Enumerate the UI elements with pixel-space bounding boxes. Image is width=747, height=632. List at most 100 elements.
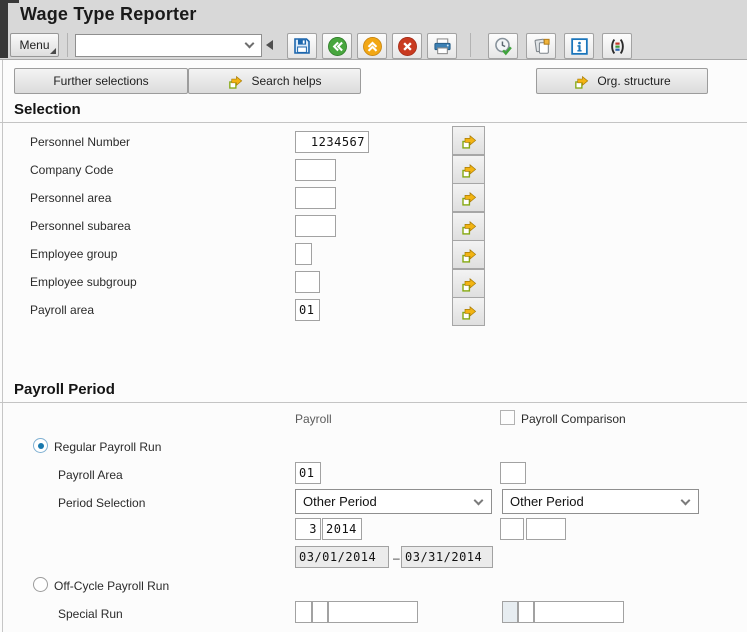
period-selection-comparison-dropdown[interactable]: Other Period — [502, 489, 699, 514]
org-structure-label: Org. structure — [597, 74, 670, 88]
selection-heading: Selection — [14, 101, 81, 118]
multiple-selection-button[interactable] — [452, 240, 485, 269]
info-button[interactable] — [564, 33, 594, 59]
cancel-button[interactable] — [392, 33, 422, 59]
selection-arrow-icon — [573, 73, 590, 90]
toolbar-separator — [67, 33, 68, 57]
payroll-comparison-label: Payroll Comparison — [521, 412, 626, 426]
multiple-selection-arrow-icon — [460, 218, 478, 236]
date-range-separator: – — [393, 551, 400, 565]
employee-group-label: Employee group — [30, 247, 117, 261]
employee-subgroup-input[interactable] — [295, 271, 320, 293]
payroll-comparison-checkbox[interactable] — [500, 410, 515, 425]
execute-button[interactable] — [488, 33, 518, 59]
off-cycle-payroll-run-radio[interactable] — [33, 577, 48, 592]
back-button[interactable] — [322, 33, 352, 59]
period-selection-value: Other Period — [303, 494, 377, 509]
command-field-input[interactable] — [78, 36, 238, 55]
wage-type-reporter-window: Wage Type Reporter Menu — [0, 0, 747, 632]
personnel-number-input[interactable] — [295, 131, 369, 153]
pages-icon — [531, 36, 552, 57]
save-button[interactable] — [287, 33, 317, 59]
company-code-label: Company Code — [30, 163, 113, 177]
multiple-selection-button[interactable] — [452, 212, 485, 241]
multiple-selection-arrow-icon — [460, 303, 478, 321]
exit-button[interactable] — [357, 33, 387, 59]
chevron-down-icon — [474, 496, 484, 506]
further-selections-label: Further selections — [53, 74, 148, 88]
period-number-comparison-input[interactable] — [500, 518, 524, 540]
back-icon — [327, 36, 348, 57]
window-left-border — [2, 60, 3, 632]
special-run-input-2[interactable] — [312, 601, 328, 623]
personnel-subarea-input[interactable] — [295, 215, 336, 237]
menu-button[interactable]: Menu — [10, 33, 59, 57]
page-title: Wage Type Reporter — [20, 4, 197, 25]
special-run-comparison-input-1[interactable] — [502, 601, 518, 623]
personnel-area-label: Personnel area — [30, 191, 111, 205]
copy-button[interactable] — [526, 33, 556, 59]
collapse-left-icon[interactable] — [266, 40, 273, 50]
multiple-selection-button[interactable] — [452, 126, 485, 155]
date-to-input[interactable] — [401, 546, 493, 568]
chevron-down-icon[interactable] — [245, 39, 255, 49]
off-cycle-payroll-run-label: Off-Cycle Payroll Run — [54, 579, 169, 593]
period-selection-label: Period Selection — [58, 496, 145, 510]
toolbar-separator — [470, 33, 471, 57]
window-corner-decoration-top — [0, 0, 19, 3]
employee-subgroup-label: Employee subgroup — [30, 275, 137, 289]
personnel-number-label: Personnel Number — [30, 135, 130, 149]
layout-brackets-icon — [607, 36, 628, 57]
search-helps-label: Search helps — [251, 74, 321, 88]
special-run-label: Special Run — [58, 607, 123, 621]
multiple-selection-button[interactable] — [452, 183, 485, 212]
period-number-input[interactable] — [295, 518, 321, 540]
command-field[interactable] — [75, 34, 262, 57]
regular-payroll-run-label: Regular Payroll Run — [54, 440, 161, 454]
payroll-area-selection-label: Payroll area — [30, 303, 94, 317]
menu-button-label: Menu — [19, 38, 49, 52]
company-code-input[interactable] — [295, 159, 336, 181]
regular-payroll-run-radio[interactable] — [33, 438, 48, 453]
print-icon — [432, 36, 453, 57]
chevron-down-icon — [681, 496, 691, 506]
window-corner-decoration — [0, 0, 8, 58]
payroll-area-selection-input[interactable] — [295, 299, 320, 321]
special-run-comparison-input-3[interactable] — [534, 601, 624, 623]
selection-arrow-icon — [227, 73, 244, 90]
multiple-selection-arrow-icon — [460, 132, 478, 150]
org-structure-button[interactable]: Org. structure — [536, 68, 708, 94]
personnel-area-input[interactable] — [295, 187, 336, 209]
payroll-column-label: Payroll — [295, 412, 332, 426]
period-selection-comparison-value: Other Period — [510, 494, 584, 509]
menu-dropdown-corner-icon — [50, 48, 56, 54]
info-icon — [569, 36, 590, 57]
special-run-comparison-input-2[interactable] — [518, 601, 534, 623]
employee-group-input[interactable] — [295, 243, 312, 265]
special-run-input-3[interactable] — [328, 601, 418, 623]
section-divider — [0, 122, 747, 123]
period-year-input[interactable] — [322, 518, 362, 540]
cancel-icon — [397, 36, 418, 57]
exit-icon — [362, 36, 383, 57]
header-bar: Wage Type Reporter Menu — [0, 0, 747, 60]
search-helps-button[interactable]: Search helps — [188, 68, 361, 94]
multiple-selection-button[interactable] — [452, 269, 485, 298]
payroll-area-comparison-input[interactable] — [500, 462, 526, 484]
further-selections-button[interactable]: Further selections — [14, 68, 188, 94]
print-button[interactable] — [427, 33, 457, 59]
payroll-area-input[interactable] — [295, 462, 321, 484]
payroll-area-label: Payroll Area — [58, 468, 123, 482]
multiple-selection-arrow-icon — [460, 246, 478, 264]
multiple-selection-button[interactable] — [452, 297, 485, 326]
special-run-input-1[interactable] — [295, 601, 312, 623]
layout-button[interactable] — [602, 33, 632, 59]
clock-check-icon — [493, 36, 514, 57]
multiple-selection-button[interactable] — [452, 155, 485, 184]
payroll-period-heading: Payroll Period — [14, 381, 115, 398]
period-selection-dropdown[interactable]: Other Period — [295, 489, 492, 514]
save-icon — [292, 36, 312, 56]
date-from-input[interactable] — [295, 546, 389, 568]
section-divider — [0, 402, 747, 403]
period-year-comparison-input[interactable] — [526, 518, 566, 540]
